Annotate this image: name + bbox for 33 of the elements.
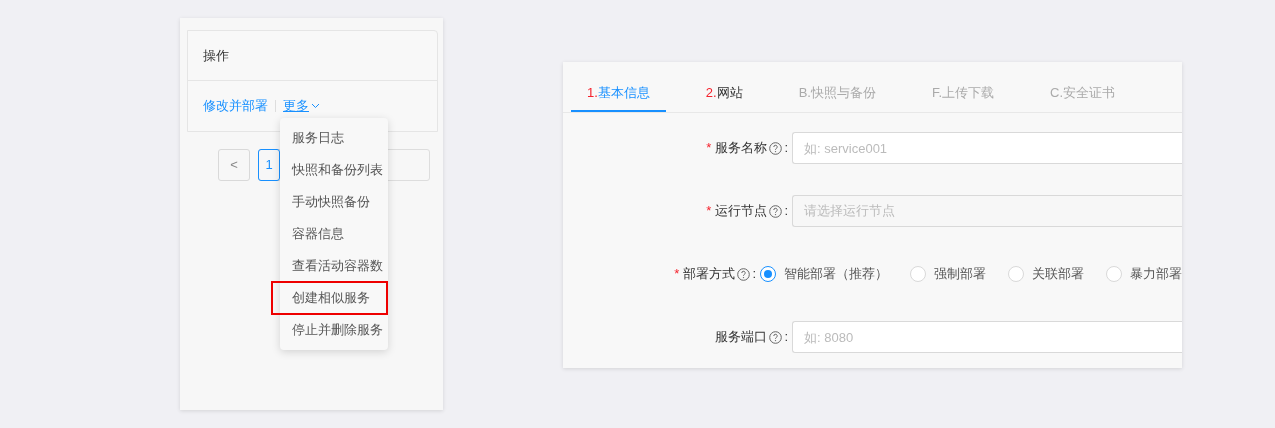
colon: : bbox=[784, 139, 788, 158]
help-icon[interactable] bbox=[769, 330, 783, 344]
help-icon[interactable] bbox=[769, 141, 783, 155]
tab[interactable]: 2.网站 bbox=[689, 75, 759, 112]
input-field[interactable]: 如: 8080 bbox=[792, 321, 1182, 353]
column-header: 操作 bbox=[203, 46, 229, 65]
input-field[interactable]: 如: service001 bbox=[792, 132, 1182, 164]
menu-item[interactable]: 容器信息 bbox=[280, 218, 388, 250]
help-icon[interactable] bbox=[737, 267, 751, 281]
chevron-down-icon bbox=[311, 103, 320, 109]
radio-option[interactable]: 强制部署 bbox=[910, 264, 986, 284]
field-label: 部署方式 bbox=[683, 265, 736, 284]
colon: : bbox=[784, 202, 788, 221]
menu-item[interactable]: 停止并删除服务 bbox=[280, 314, 388, 346]
required-mark: * bbox=[674, 265, 680, 284]
menu-item[interactable]: 快照和备份列表 bbox=[280, 154, 388, 186]
menu-item[interactable]: 创建相似服务 bbox=[272, 282, 387, 314]
field-label: 服务端口 bbox=[715, 328, 768, 347]
radio-option[interactable]: 关联部署 bbox=[1008, 264, 1084, 284]
menu-item[interactable]: 手动快照备份 bbox=[280, 186, 388, 218]
radio-option[interactable]: 暴力部署 bbox=[1106, 264, 1182, 284]
radio-option[interactable]: 智能部署（推荐） bbox=[760, 264, 888, 284]
colon: : bbox=[784, 328, 788, 347]
help-icon[interactable] bbox=[769, 204, 783, 218]
required-mark: * bbox=[706, 139, 712, 158]
menu-item[interactable]: 服务日志 bbox=[280, 122, 388, 154]
required-mark: * bbox=[706, 202, 712, 221]
radio-icon[interactable] bbox=[760, 266, 776, 282]
menu-item[interactable]: 查看活动容器数 bbox=[280, 250, 388, 282]
field-label: 运行节点 bbox=[715, 202, 768, 221]
tab[interactable]: 1.基本信息 bbox=[571, 75, 666, 112]
field-label: 服务名称 bbox=[715, 139, 768, 158]
colon: : bbox=[752, 265, 756, 284]
